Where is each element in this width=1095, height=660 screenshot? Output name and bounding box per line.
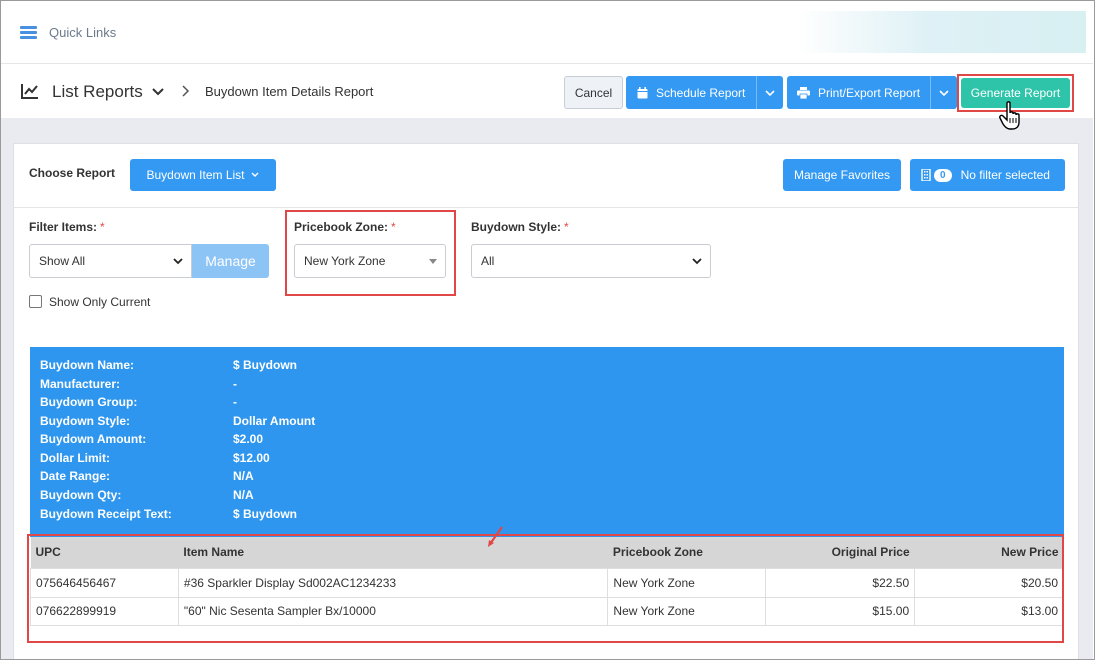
line-chart-icon bbox=[21, 84, 38, 99]
pricebook-zone-label-text: Pricebook Zone: bbox=[294, 220, 389, 234]
info-label: Buydown Name: bbox=[40, 358, 135, 372]
info-label: Date Range: bbox=[40, 469, 111, 483]
chevron-down-icon[interactable] bbox=[150, 83, 166, 99]
divider bbox=[14, 207, 1078, 208]
manage-filter-button[interactable]: Manage bbox=[192, 244, 269, 278]
filter-items-label-text: Filter Items: bbox=[29, 220, 98, 234]
cancel-button[interactable]: Cancel bbox=[564, 76, 623, 109]
print-export-button[interactable]: Print/Export Report bbox=[787, 76, 957, 109]
filter-status-button[interactable]: 0 No filter selected bbox=[910, 159, 1065, 191]
chevron-right-icon bbox=[182, 85, 190, 97]
required-mark: * bbox=[100, 220, 105, 234]
choose-report-dropdown[interactable]: Buydown Item List bbox=[130, 159, 276, 191]
pricebook-zone-label: Pricebook Zone: * bbox=[294, 220, 396, 234]
info-value: $12.00 bbox=[233, 451, 270, 465]
annotation-arrow-icon bbox=[488, 526, 503, 547]
list-reports-title[interactable]: List Reports bbox=[52, 82, 143, 102]
choose-report-value: Buydown Item List bbox=[146, 168, 245, 182]
show-only-current-checkbox[interactable] bbox=[29, 295, 42, 308]
chevron-down-icon bbox=[173, 258, 183, 265]
print-export-label: Print/Export Report bbox=[818, 85, 921, 100]
filter-items-value: Show All bbox=[39, 254, 86, 268]
buydown-style-value: All bbox=[481, 254, 495, 268]
filter-items-label: Filter Items: * bbox=[29, 220, 105, 234]
required-mark: * bbox=[391, 220, 396, 234]
info-label: Manufacturer: bbox=[40, 377, 121, 391]
buydown-style-label: Buydown Style: * bbox=[471, 220, 569, 234]
chevron-down-icon bbox=[765, 89, 775, 96]
info-value: $ Buydown bbox=[233, 358, 298, 372]
required-mark: * bbox=[564, 220, 569, 234]
chevron-down-icon bbox=[692, 258, 702, 265]
printer-icon bbox=[797, 86, 810, 99]
info-label: Buydown Qty: bbox=[40, 488, 122, 502]
report-header: List Reports Buydown Item Details Report… bbox=[1, 65, 1093, 118]
filter-items-select[interactable]: Show All bbox=[29, 244, 192, 278]
breadcrumb: Buydown Item Details Report bbox=[205, 84, 374, 99]
quick-links-label[interactable]: Quick Links bbox=[49, 25, 116, 40]
decorative-banner bbox=[796, 11, 1086, 53]
highlight-outline bbox=[27, 534, 1064, 643]
info-value: $2.00 bbox=[233, 432, 264, 446]
buydown-style-select[interactable]: All bbox=[471, 244, 711, 278]
schedule-report-label: Schedule Report bbox=[656, 85, 746, 100]
info-label: Buydown Amount: bbox=[40, 432, 147, 446]
hand-pointer-cursor-icon bbox=[999, 101, 1020, 130]
info-label: Buydown Group: bbox=[40, 395, 138, 409]
info-label: Dollar Limit: bbox=[40, 451, 111, 465]
menu-icon[interactable] bbox=[20, 26, 37, 40]
info-value: N/A bbox=[233, 469, 254, 483]
buydown-style-label-text: Buydown Style: bbox=[471, 220, 562, 234]
show-only-current-label[interactable]: Show Only Current bbox=[49, 295, 150, 309]
caret-down-icon bbox=[429, 259, 437, 264]
info-value: - bbox=[233, 395, 237, 409]
manage-favorites-button[interactable]: Manage Favorites bbox=[783, 159, 901, 191]
filter-status-label: No filter selected bbox=[960, 168, 1050, 182]
chevron-down-icon bbox=[251, 172, 259, 177]
pricebook-zone-value: New York Zone bbox=[304, 254, 386, 268]
quick-links-bar: Quick Links bbox=[1, 1, 1093, 64]
info-value: $ Buydown bbox=[233, 507, 298, 521]
calendar-icon bbox=[637, 86, 648, 99]
schedule-dropdown-toggle[interactable] bbox=[756, 76, 783, 109]
choose-report-label: Choose Report bbox=[29, 166, 116, 180]
schedule-report-button[interactable]: Schedule Report bbox=[626, 76, 783, 109]
buydown-info-panel: Buydown Name: $ Buydown Manufacturer: - … bbox=[30, 347, 1064, 537]
info-label: Buydown Style: bbox=[40, 414, 131, 428]
info-label: Buydown Receipt Text: bbox=[40, 507, 172, 521]
info-value: N/A bbox=[233, 488, 254, 502]
print-dropdown-toggle[interactable] bbox=[930, 76, 957, 109]
filter-icon bbox=[921, 169, 931, 181]
filter-count-badge: 0 bbox=[934, 168, 952, 182]
info-value: - bbox=[233, 377, 237, 391]
chevron-down-icon bbox=[939, 89, 949, 96]
info-value: Dollar Amount bbox=[233, 414, 316, 428]
pricebook-zone-select[interactable]: New York Zone bbox=[294, 244, 446, 278]
